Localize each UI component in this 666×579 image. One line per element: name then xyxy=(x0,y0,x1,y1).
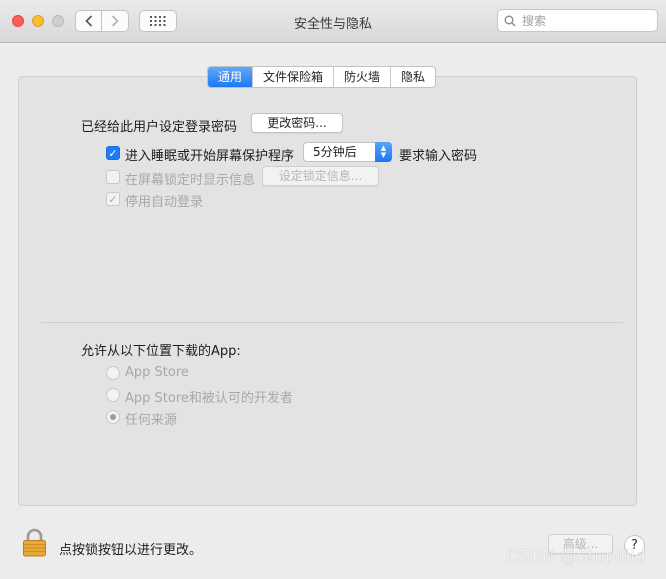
section-divider xyxy=(41,322,623,323)
radio-identified-developers-label: App Store和被认可的开发者 xyxy=(125,391,293,406)
require-password-checkbox[interactable]: ✓ xyxy=(106,146,120,160)
password-delay-select[interactable]: 5分钟后 ▲ ▼ xyxy=(303,142,392,162)
tab-general[interactable]: 通用 xyxy=(208,67,253,87)
lock-button[interactable] xyxy=(22,528,47,561)
tab-bar: 通用 文件保险箱 防火墙 隐私 xyxy=(207,66,437,88)
watermark: CSDN @Stupiiiid xyxy=(506,547,646,567)
set-lock-message-button[interactable]: 设定锁定信息... xyxy=(262,166,379,186)
checkmark-icon: ✓ xyxy=(108,192,118,206)
disable-auto-login-label: 停用自动登录 xyxy=(125,195,204,210)
search-field[interactable] xyxy=(497,9,658,32)
radio-app-store[interactable] xyxy=(106,366,120,380)
search-input[interactable] xyxy=(520,12,654,29)
radio-identified-developers[interactable] xyxy=(106,388,120,402)
downloads-heading: 允许从以下位置下载的App: xyxy=(81,344,241,359)
password-set-label: 已经给此用户设定登录密码 xyxy=(81,120,238,135)
radio-selected-dot xyxy=(110,414,116,420)
require-password-suffix: 要求输入密码 xyxy=(399,149,478,164)
tab-filevault[interactable]: 文件保险箱 xyxy=(252,67,333,87)
radio-anywhere-label: 任何来源 xyxy=(125,413,178,428)
change-password-button[interactable]: 更改密码... xyxy=(251,113,343,133)
radio-anywhere[interactable] xyxy=(106,410,120,424)
tab-privacy[interactable]: 隐私 xyxy=(390,67,435,87)
radio-app-store-label: App Store xyxy=(125,365,189,380)
require-password-label: 进入睡眠或开始屏幕保护程序 xyxy=(125,149,295,164)
tab-firewall[interactable]: 防火墙 xyxy=(333,67,390,87)
lock-icon xyxy=(23,528,46,557)
updown-arrows-icon: ▲ ▼ xyxy=(375,142,392,162)
title-bar: 安全性与隐私 xyxy=(0,0,666,43)
disable-auto-login-checkbox[interactable]: ✓ xyxy=(106,192,120,206)
show-message-checkbox[interactable] xyxy=(106,170,120,184)
lock-hint-label: 点按锁按钮以进行更改。 xyxy=(59,543,203,558)
content-panel xyxy=(18,76,637,506)
show-message-label: 在屏幕锁定时显示信息 xyxy=(125,173,256,188)
password-delay-value: 5分钟后 xyxy=(313,145,357,159)
search-icon xyxy=(504,15,516,26)
checkmark-icon: ✓ xyxy=(108,146,118,160)
